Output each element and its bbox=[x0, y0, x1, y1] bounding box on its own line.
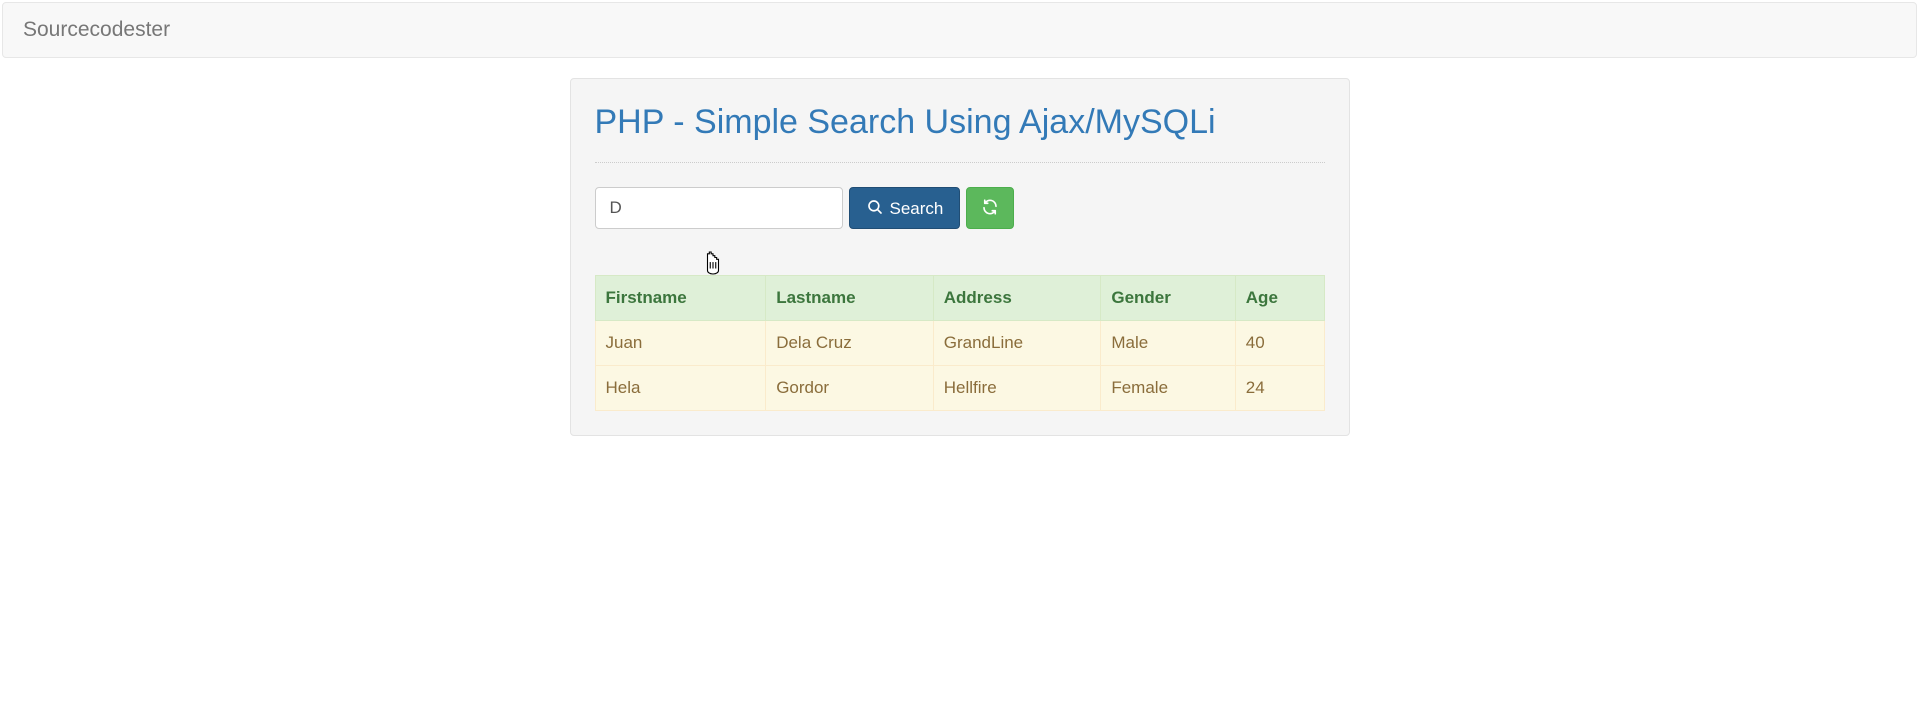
search-button-label: Search bbox=[890, 200, 944, 217]
cell-firstname: Hela bbox=[595, 366, 766, 411]
cell-address: Hellfire bbox=[933, 366, 1101, 411]
col-firstname: Firstname bbox=[595, 276, 766, 321]
results-table: Firstname Lastname Address Gender Age Ju… bbox=[595, 275, 1325, 411]
search-row: Search bbox=[595, 187, 1325, 229]
cell-address: GrandLine bbox=[933, 321, 1101, 366]
col-address: Address bbox=[933, 276, 1101, 321]
cell-lastname: Dela Cruz bbox=[766, 321, 934, 366]
cell-age: 24 bbox=[1235, 366, 1324, 411]
table-header-row: Firstname Lastname Address Gender Age bbox=[595, 276, 1324, 321]
table-row: Hela Gordor Hellfire Female 24 bbox=[595, 366, 1324, 411]
search-icon bbox=[866, 198, 884, 219]
col-gender: Gender bbox=[1101, 276, 1235, 321]
navbar: Sourcecodester bbox=[2, 2, 1917, 58]
content-panel: PHP - Simple Search Using Ajax/MySQLi Se… bbox=[570, 78, 1350, 436]
table-row: Juan Dela Cruz GrandLine Male 40 bbox=[595, 321, 1324, 366]
search-input[interactable] bbox=[595, 187, 843, 229]
col-age: Age bbox=[1235, 276, 1324, 321]
cell-gender: Female bbox=[1101, 366, 1235, 411]
cell-lastname: Gordor bbox=[766, 366, 934, 411]
cell-firstname: Juan bbox=[595, 321, 766, 366]
search-button[interactable]: Search bbox=[849, 187, 961, 229]
cell-age: 40 bbox=[1235, 321, 1324, 366]
cell-gender: Male bbox=[1101, 321, 1235, 366]
brand-link[interactable]: Sourcecodester bbox=[23, 18, 170, 41]
page-title: PHP - Simple Search Using Ajax/MySQLi bbox=[595, 103, 1325, 142]
refresh-icon bbox=[981, 198, 999, 219]
refresh-button[interactable] bbox=[966, 187, 1014, 229]
divider bbox=[595, 162, 1325, 163]
col-lastname: Lastname bbox=[766, 276, 934, 321]
main-container: PHP - Simple Search Using Ajax/MySQLi Se… bbox=[570, 78, 1350, 436]
